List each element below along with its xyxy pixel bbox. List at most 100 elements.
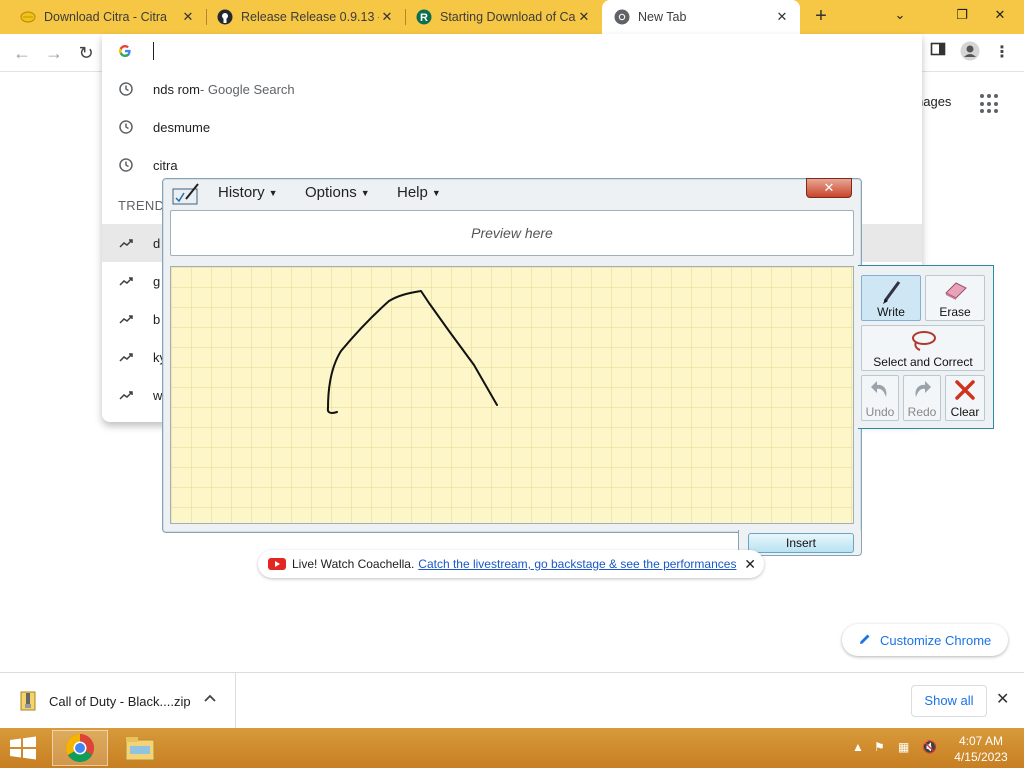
download-shelf: Call of Duty - Black....zip Show all ✕: [0, 672, 1024, 729]
shelf-close-button[interactable]: ✕: [996, 689, 1009, 709]
clock-date: 4/15/2023: [954, 750, 1008, 764]
folder-icon: [125, 737, 155, 761]
address-bar[interactable]: [102, 34, 922, 70]
zip-file-icon: [20, 691, 36, 711]
menu-label: History: [218, 184, 265, 201]
insert-button[interactable]: Insert: [748, 533, 854, 553]
back-arrow-icon[interactable]: ←: [10, 41, 34, 65]
taskbar-chrome[interactable]: [52, 730, 108, 766]
trending-arrow-icon: [118, 235, 134, 251]
panel-close-button[interactable]: ✕: [806, 178, 852, 198]
tab-close-button[interactable]: ✕: [180, 9, 196, 25]
select-and-correct-button[interactable]: Select and Correct: [861, 325, 985, 371]
tab-search-button[interactable]: ⌄: [882, 0, 918, 30]
coachella-promo: Live! Watch Coachella. Catch the livestr…: [258, 550, 764, 578]
trending-arrow-icon: [118, 273, 134, 289]
customize-chrome-button[interactable]: Customize Chrome: [842, 624, 1008, 656]
download-filename: Call of Duty - Black....zip: [49, 693, 191, 709]
clear-button[interactable]: Clear: [945, 375, 985, 421]
customize-label: Customize Chrome: [880, 632, 992, 648]
action-center-flag-icon[interactable]: ⚑: [874, 740, 885, 754]
tab-title: Release Release 0.9.13 - T: [241, 10, 379, 24]
chrome-icon: [614, 9, 630, 25]
options-menu[interactable]: Options ▼: [305, 184, 370, 201]
profile-avatar-icon[interactable]: [958, 41, 982, 65]
tab-close-button[interactable]: ✕: [379, 9, 395, 25]
citra-lemon-icon: [20, 9, 36, 25]
suggestion-text: nds rom: [153, 81, 200, 97]
google-apps-icon[interactable]: [980, 94, 1000, 114]
r-logo-icon: R: [416, 9, 432, 25]
suggestion-text: citra: [153, 157, 178, 173]
tab-starting-download[interactable]: R Starting Download of Ca ✕: [406, 0, 602, 34]
trending-text: w: [153, 387, 163, 403]
window-close-button[interactable]: ✕: [982, 0, 1018, 30]
tab-title: Download Citra - Citra: [44, 10, 167, 24]
tab-download-citra[interactable]: Download Citra - Citra ✕: [0, 0, 206, 34]
write-button[interactable]: Write: [861, 275, 921, 321]
history-clock-icon: [118, 157, 134, 173]
chevron-up-icon[interactable]: [204, 691, 216, 705]
side-panel-icon[interactable]: [926, 41, 950, 65]
tab-close-button[interactable]: ✕: [774, 9, 790, 25]
dropdown-arrow-icon: ▼: [431, 188, 441, 199]
redo-label: Redo: [907, 405, 937, 419]
promo-lead-text: Live! Watch Coachella.: [292, 557, 415, 571]
tab-title: Starting Download of Ca: [440, 10, 576, 24]
dropdown-arrow-icon: ▼: [360, 188, 370, 199]
tool-palette: Write Erase Select and Correct Undo Redo…: [858, 265, 994, 429]
download-item[interactable]: Call of Duty - Black....zip: [0, 673, 236, 729]
menu-label: Options: [305, 184, 357, 201]
trending-arrow-icon: [118, 311, 134, 327]
preview-box: Preview here: [170, 210, 854, 256]
undo-label: Undo: [865, 405, 895, 419]
pen-icon: [862, 279, 920, 305]
new-tab-button[interactable]: +: [808, 5, 834, 29]
forward-arrow-icon[interactable]: →: [42, 41, 66, 65]
show-all-button[interactable]: Show all: [911, 685, 987, 717]
erase-button[interactable]: Erase: [925, 275, 985, 321]
ink-stroke: [326, 290, 498, 414]
history-clock-icon: [118, 81, 134, 97]
trending-text: g: [153, 273, 161, 289]
tab-close-button[interactable]: ✕: [576, 9, 592, 25]
suggestion-item[interactable]: desmume: [102, 108, 922, 146]
trending-arrow-icon: [118, 349, 134, 365]
show-hidden-icons[interactable]: ▲: [852, 740, 864, 754]
redo-button[interactable]: Redo: [903, 375, 941, 421]
select-and-correct-label: Select and Correct: [873, 355, 973, 369]
tab-new-tab[interactable]: New Tab ✕: [602, 0, 800, 34]
history-menu[interactable]: History ▼: [218, 184, 278, 201]
writing-canvas[interactable]: [170, 266, 854, 524]
promo-close-button[interactable]: ✕: [744, 556, 756, 573]
taskbar-clock[interactable]: 4:07 AM 4/15/2023: [946, 733, 1016, 765]
undo-button[interactable]: Undo: [861, 375, 899, 421]
promo-link[interactable]: Catch the livestream, go backstage & see…: [418, 557, 736, 571]
kebab-menu-icon[interactable]: ⋮: [990, 41, 1014, 65]
suggestion-item[interactable]: nds rom - Google Search: [102, 70, 922, 108]
trending-header: TREND: [118, 198, 165, 213]
network-icon[interactable]: ▦: [898, 740, 909, 754]
text-cursor: [153, 42, 154, 60]
trending-text: b: [153, 311, 161, 327]
eraser-icon: [926, 279, 984, 305]
svg-text:R: R: [420, 12, 428, 24]
chrome-logo-icon: [66, 734, 94, 762]
history-clock-icon: [118, 119, 134, 135]
redo-arrow-icon: [904, 379, 940, 405]
suggestion-text: desmume: [153, 119, 211, 135]
write-label: Write: [877, 305, 905, 319]
windows-start-icon[interactable]: [8, 736, 38, 760]
handwriting-pen-icon: [172, 183, 200, 205]
volume-muted-icon[interactable]: 🔇: [922, 740, 937, 754]
clock-time: 4:07 AM: [958, 734, 1004, 748]
restore-button[interactable]: ❐: [944, 0, 980, 30]
help-menu[interactable]: Help ▼: [397, 184, 441, 201]
github-icon: [217, 9, 233, 25]
tab-release[interactable]: Release Release 0.9.13 - T ✕: [207, 0, 405, 34]
pencil-icon: [858, 632, 872, 649]
reload-icon[interactable]: ↻: [74, 41, 98, 65]
handwriting-panel: History ▼ Options ▼ Help ▼ ✕ Preview here I…: [162, 178, 862, 558]
taskbar-file-explorer[interactable]: [112, 730, 168, 766]
google-g-icon: [118, 44, 132, 61]
